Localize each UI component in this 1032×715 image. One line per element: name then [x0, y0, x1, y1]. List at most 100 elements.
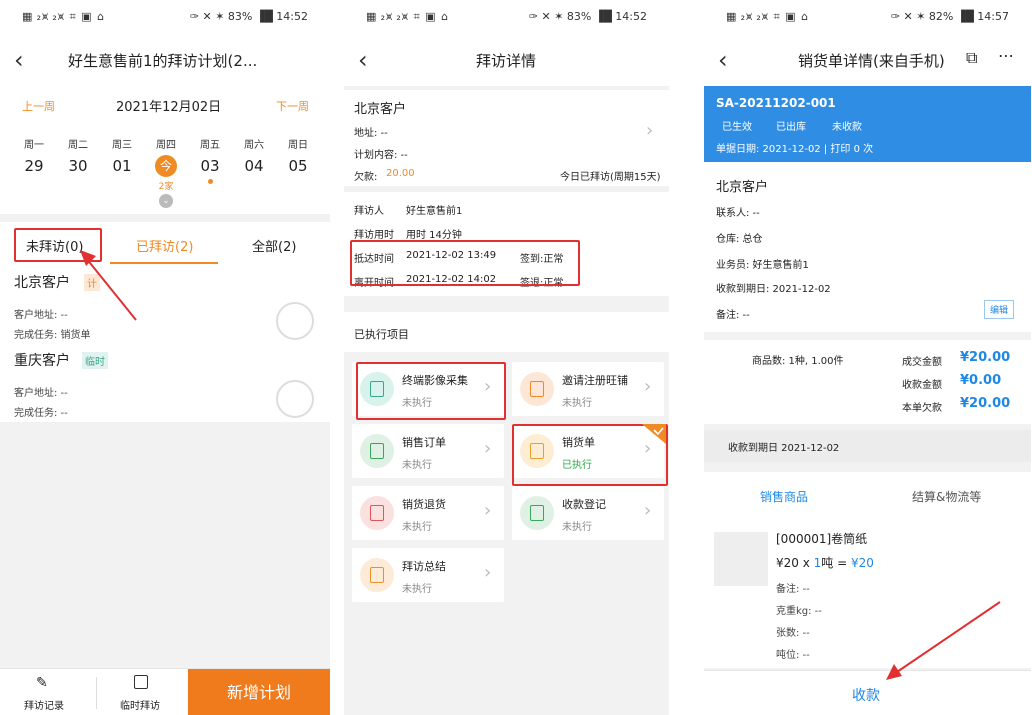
action-name: 邀请注册旺铺	[562, 374, 628, 387]
week-selector: 上一周 2021年12月02日 下一周 周一 29 周二 30 周三 01 周四今 2家 ⌄ 周五…	[0, 86, 330, 214]
debt-value: 20.00	[386, 168, 415, 179]
week-day-date: 今	[155, 155, 177, 177]
tab-settlement[interactable]: 结算&物流等	[912, 488, 981, 505]
panel-visit-detail: ▦ ₂⩙ ₂⩙ ⌗ ▣ ⌂ ✑ ✕ ✶ 83% ▐█ 14:52 ‹ 拜访详情 …	[344, 0, 669, 715]
highlight-box-times	[350, 240, 580, 286]
collect-button[interactable]: 收款	[852, 685, 880, 705]
week-day-name: 周三	[112, 140, 132, 151]
week-day-2[interactable]: 周三 01	[100, 136, 144, 206]
add-plan-button[interactable]: 新增计划	[188, 669, 330, 715]
action-card[interactable]: 拜访总结 未执行 ›	[352, 548, 504, 602]
action-card[interactable]: 销货退货 未执行 ›	[352, 486, 504, 540]
week-day-3[interactable]: 周四今 2家 ⌄	[144, 136, 188, 208]
due-date: 收款到期日: 2021-12-02	[716, 284, 831, 295]
visit-record-button[interactable]: 拜访记录	[24, 697, 64, 712]
more-icon[interactable]: ⋯	[998, 46, 1014, 65]
edit-button[interactable]: 编辑	[984, 300, 1015, 319]
week-day-name: 周二	[68, 140, 88, 151]
action-card[interactable]: 收款登记未执行 ›	[512, 486, 664, 540]
executed-title: 已执行项目	[354, 328, 409, 341]
product-field: 备注: --	[776, 584, 810, 595]
action-icon	[360, 496, 394, 530]
chevron-right-icon: ›	[644, 500, 652, 521]
chevron-right-icon: ›	[484, 500, 492, 521]
executed-header: 已执行项目	[344, 312, 669, 352]
week-day-date: 03	[200, 157, 220, 175]
badge-unpaid: 未收款	[832, 122, 862, 133]
chevron-down-icon[interactable]: ⌄	[159, 194, 173, 208]
price-unit: 吨 =	[821, 556, 851, 570]
temp-tag: 临时	[82, 352, 108, 369]
week-day-name: 周五	[200, 140, 220, 151]
temp-visit-button[interactable]: 临时拜访	[120, 697, 160, 712]
week-day-date: 05	[288, 157, 308, 175]
next-week-link[interactable]: 下一周	[276, 98, 309, 114]
action-name: 销售订单	[402, 436, 446, 449]
nav-bar: ‹ 好生意售前1的拜访计划(2...	[0, 34, 330, 86]
action-status: 未执行	[562, 522, 592, 533]
list-item[interactable]: 重庆客户 临时 客户地址: -- 完成任务: --	[0, 344, 330, 420]
action-icon	[360, 434, 394, 468]
action-name: 收款登记	[562, 498, 606, 511]
week-day-1[interactable]: 周二 30	[56, 136, 100, 206]
action-status: 未执行	[562, 398, 592, 409]
page-title: 拜访详情	[476, 52, 537, 70]
back-icon[interactable]: ‹	[718, 46, 742, 74]
badge-shipped: 已出库	[776, 122, 806, 133]
remark: 备注: --	[716, 310, 750, 321]
action-name: 拜访总结	[402, 560, 446, 573]
price-total: ¥20	[850, 556, 874, 570]
due-bar-text: 收款到期日 2021-12-02	[728, 443, 840, 454]
action-card[interactable]: 销售订单 未执行 ›	[352, 424, 504, 478]
product-price: ¥20 x 1吨 = ¥20	[776, 554, 874, 571]
back-icon[interactable]: ‹	[358, 46, 382, 74]
price-prefix: ¥20 x	[776, 556, 814, 570]
week-day-5[interactable]: 周六 04	[232, 136, 276, 206]
list-item[interactable]: 北京客户 计 客户地址: -- 完成任务: 销货单	[0, 266, 330, 342]
status-right: ✑ ✕ ✶ 83% ▐█ 14:52	[189, 10, 308, 23]
status-bar: ▦ ₂⩙ ₂⩙ ⌗ ▣ ⌂ ✑ ✕ ✶ 83% ▐█ 14:52	[344, 0, 669, 34]
week-day-date: 01	[112, 157, 132, 175]
client-address: 客户地址: --	[14, 310, 68, 321]
amount-summary: 商品数: 1种, 1.00件 成交金额 ¥20.00 收款金额 ¥0.00 本单欠款 ¥2…	[704, 340, 1031, 424]
week-day-0[interactable]: 周一 29	[12, 136, 56, 206]
back-icon[interactable]: ‹	[14, 46, 38, 74]
status-right: ✑ ✕ ✶ 82% ▐█ 14:57	[890, 10, 1009, 23]
product-field: 克重kg: --	[776, 606, 822, 617]
page-title: 好生意售前1的拜访计划(2...	[68, 52, 258, 70]
visit-tabs: 未拜访(0) 已拜访(2) 全部(2)	[0, 222, 330, 266]
amount-label: 成交金额	[902, 357, 942, 368]
prev-week-link[interactable]: 上一周	[22, 98, 55, 114]
visit-row-value: 用时 14分钟	[406, 230, 462, 241]
status-bar: ▦ ₂⩙ ₂⩙ ⌗ ▣ ⌂ ✑ ✕ ✶ 83% ▐█ 14:52	[0, 0, 330, 34]
week-day-name: 周六	[244, 140, 264, 151]
order-header: SA-20211202-001 已生效 已出库 未收款 单据日期: 2021-1…	[704, 86, 1031, 162]
client-info[interactable]: 北京客户 地址: -- 计划内容: -- 欠款: 20.00 今日已拜访(周期1…	[344, 90, 669, 186]
visit-row-label: 拜访用时	[354, 230, 394, 241]
product-field: 吨位: --	[776, 650, 810, 661]
client-list: 北京客户 计 客户地址: -- 完成任务: 销货单 重庆客户 临时 客户地址: …	[0, 266, 330, 422]
week-day-6[interactable]: 周日 05	[276, 136, 320, 206]
week-day-date: 30	[68, 157, 88, 175]
panel-visit-plan: ▦ ₂⩙ ₂⩙ ⌗ ▣ ⌂ ✑ ✕ ✶ 83% ▐█ 14:52 ‹ 好生意售前…	[0, 0, 330, 715]
action-icon	[520, 372, 554, 406]
week-days-row: 周一 29 周二 30 周三 01 周四今 2家 ⌄ 周五 03 周六 04 周日 05	[12, 136, 320, 208]
chevron-right-icon: ›	[646, 120, 654, 141]
clock-icon	[134, 675, 148, 689]
tab-sales-goods[interactable]: 销售商品	[760, 488, 808, 505]
order-info: 北京客户 联系人: -- 仓库: 总仓 业务员: 好生意售前1 收款到期日: 2…	[704, 162, 1031, 332]
week-day-4[interactable]: 周五 03	[188, 136, 232, 206]
stamp-icon	[276, 302, 314, 340]
client-address: 客户地址: --	[14, 388, 68, 399]
share-icon[interactable]: ⧉	[966, 48, 977, 68]
arrow-annotation	[886, 601, 1001, 680]
stamp-icon	[276, 380, 314, 418]
salesman: 业务员: 好生意售前1	[716, 260, 809, 271]
order-date: 单据日期: 2021-12-02 | 打印 0 次	[716, 144, 874, 155]
today-count: 2家	[158, 182, 174, 192]
week-day-name: 周日	[288, 140, 308, 151]
action-card[interactable]: 邀请注册旺铺 未执行 ›	[512, 362, 664, 416]
status-left: ▦ ₂⩙ ₂⩙ ⌗ ▣ ⌂	[22, 10, 106, 23]
contact: 联系人: --	[716, 208, 760, 219]
tab-all[interactable]: 全部(2)	[252, 236, 296, 255]
